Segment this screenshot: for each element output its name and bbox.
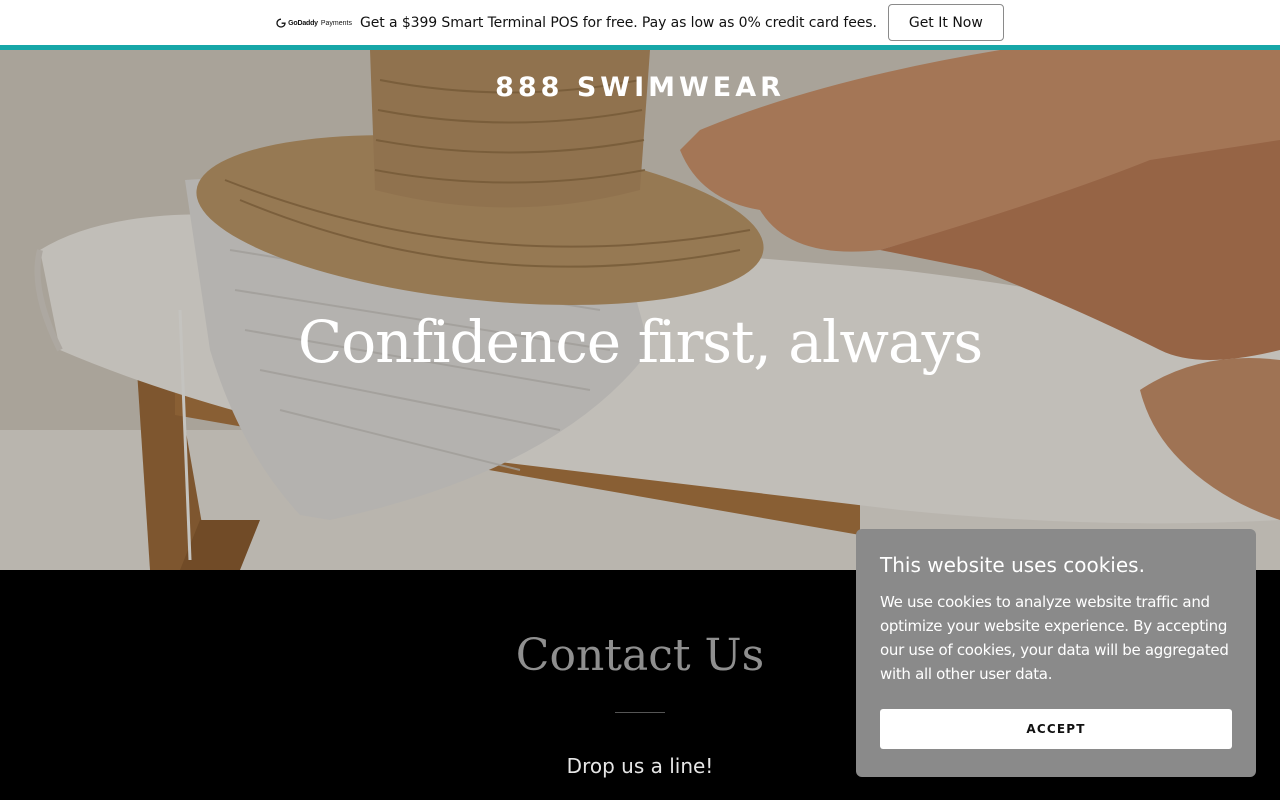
hero-section: 888 SWIMWEAR Confidence first, always — [0, 50, 1280, 570]
cookie-body: We use cookies to analyze website traffi… — [880, 593, 1229, 683]
cookie-banner: This website uses cookies. We use cookie… — [856, 529, 1256, 777]
godaddy-sub-text: Payments — [320, 19, 352, 27]
site-brand-title[interactable]: 888 SWIMWEAR — [0, 72, 1280, 103]
cookie-title: This website uses cookies. — [880, 553, 1145, 577]
promo-banner: GoDaddy Payments Get a $399 Smart Termin… — [0, 0, 1280, 45]
accept-cookies-button[interactable]: ACCEPT — [880, 709, 1232, 749]
godaddy-brand-text: GoDaddy — [288, 19, 318, 27]
promo-text: Get a $399 Smart Terminal POS for free. … — [360, 14, 877, 31]
godaddy-logo-icon — [276, 18, 286, 28]
hero-headline: Confidence first, always — [297, 308, 983, 376]
godaddy-payments-logo: GoDaddy Payments — [276, 18, 352, 28]
get-it-now-button[interactable]: Get It Now — [887, 4, 1004, 41]
section-divider — [615, 712, 665, 713]
